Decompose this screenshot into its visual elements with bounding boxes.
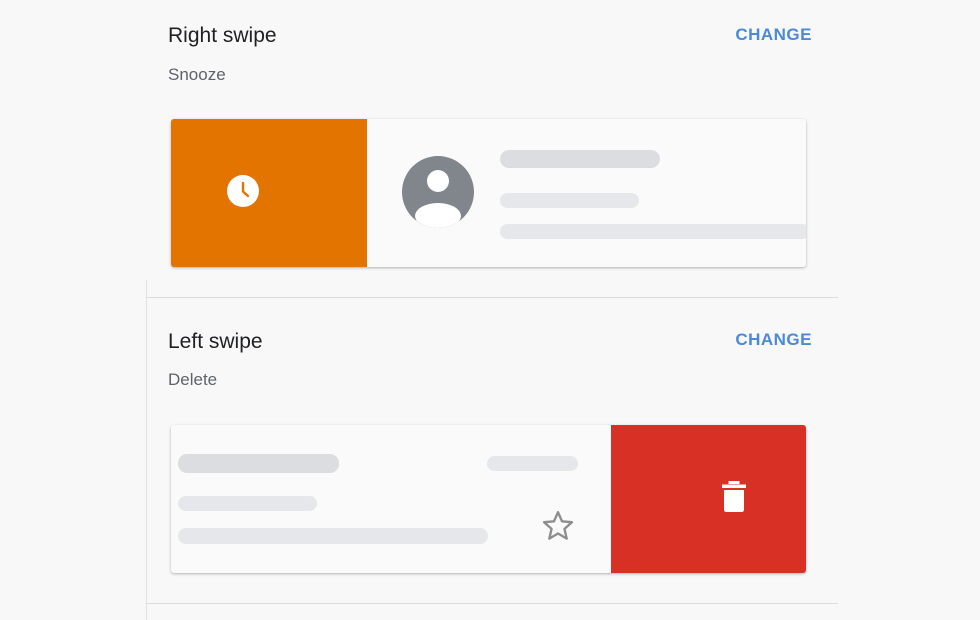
placeholder-line (500, 193, 639, 208)
left-swipe-title: Left swipe (168, 330, 263, 353)
avatar (402, 156, 474, 228)
left-swipe-preview-card (171, 425, 806, 573)
placeholder-line (500, 224, 806, 239)
clock-icon (227, 175, 259, 207)
placeholder-line (178, 528, 488, 544)
left-swipe-action-label: Delete (168, 370, 218, 389)
right-swipe-action-label: Snooze (168, 65, 226, 84)
star-icon (542, 511, 574, 540)
delete-action-panel (611, 425, 806, 573)
right-swipe-title: Right swipe (168, 24, 277, 47)
snooze-action-panel (171, 119, 367, 267)
right-swipe-preview-card (171, 119, 806, 267)
section-vertical-line (146, 280, 147, 620)
section-divider (146, 603, 838, 604)
left-swipe-change-button[interactable]: CHANGE (735, 330, 812, 350)
section-divider (146, 297, 838, 298)
placeholder-line (500, 150, 660, 168)
right-swipe-change-button[interactable]: CHANGE (735, 25, 812, 45)
placeholder-line (178, 454, 339, 473)
trash-icon (722, 481, 746, 512)
placeholder-line (178, 496, 317, 511)
placeholder-line (487, 456, 578, 471)
